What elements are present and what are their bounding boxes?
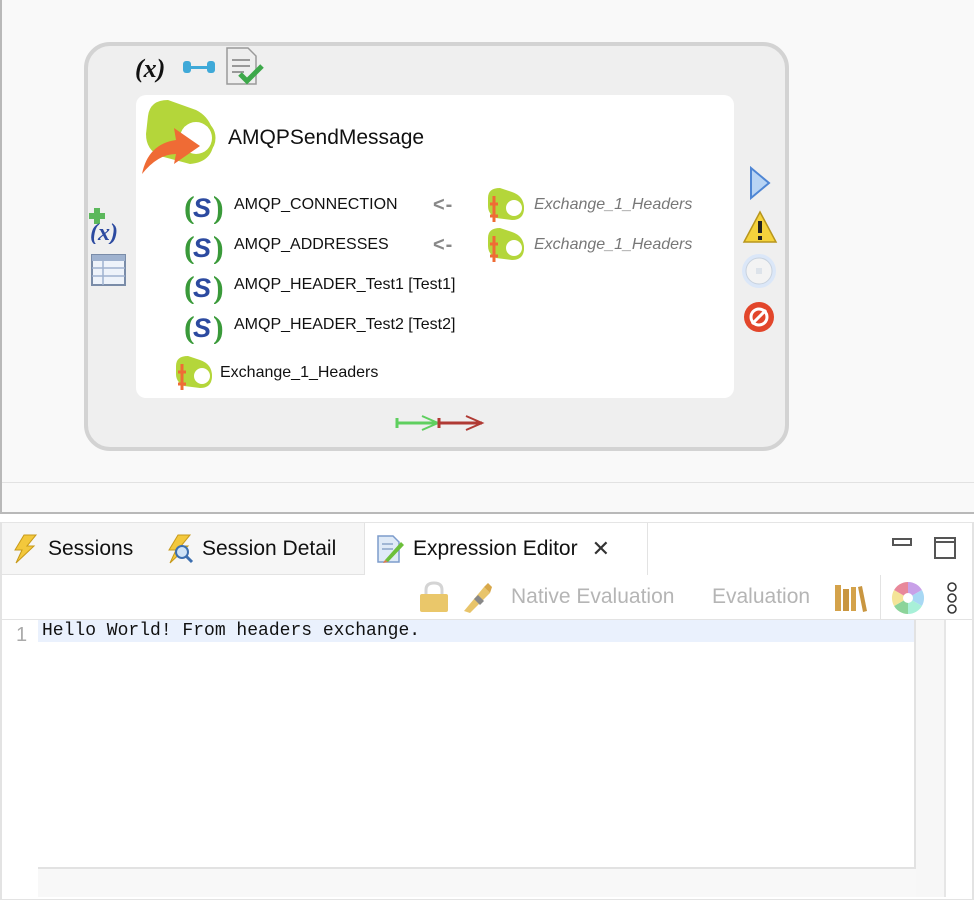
bottom-panel: Sessions Session Detail Expression Edito… bbox=[0, 522, 974, 900]
toolbar-separator bbox=[880, 575, 881, 620]
document-check-icon[interactable] bbox=[224, 46, 266, 86]
lightning-icon bbox=[14, 534, 38, 564]
close-tab-icon[interactable]: ✕ bbox=[592, 536, 610, 562]
exchange-icon bbox=[488, 228, 524, 262]
tab-sessions[interactable]: Sessions bbox=[10, 523, 133, 575]
more-options-icon[interactable] bbox=[944, 581, 960, 615]
table-icon[interactable] bbox=[91, 254, 127, 286]
color-wheel-icon[interactable] bbox=[891, 581, 925, 615]
svg-text:): ) bbox=[213, 189, 224, 224]
svg-text:S: S bbox=[193, 313, 211, 343]
tab-bar-filler bbox=[648, 523, 972, 575]
svg-text:): ) bbox=[213, 309, 224, 344]
evaluation-button[interactable]: Evaluation bbox=[712, 585, 810, 609]
string-param-icon: ()S bbox=[184, 229, 224, 264]
process-canvas[interactable]: (x) AMQPSendMessage (x) () S AMQP_CONNECT… bbox=[0, 0, 974, 514]
mapping-arrow: <- bbox=[433, 234, 454, 256]
maximize-icon[interactable] bbox=[934, 537, 956, 559]
string-param-icon: ()S bbox=[184, 309, 224, 344]
svg-text:S: S bbox=[193, 193, 211, 223]
tab-label: Session Detail bbox=[202, 537, 337, 560]
variable-icon[interactable]: (x) bbox=[134, 52, 176, 84]
code-line[interactable]: Hello World! From headers exchange. bbox=[38, 620, 914, 642]
minimize-icon[interactable] bbox=[892, 537, 912, 549]
tab-session-detail[interactable]: Session Detail bbox=[164, 523, 336, 575]
code-area[interactable]: Hello World! From headers exchange. bbox=[38, 620, 916, 869]
svg-text:(x): (x) bbox=[135, 54, 165, 83]
editor-toolbar: Native Evaluation Evaluation bbox=[2, 575, 972, 620]
tab-label: Sessions bbox=[48, 537, 134, 560]
play-icon[interactable] bbox=[748, 166, 772, 200]
tab-bar: Sessions Session Detail Expression Edito… bbox=[2, 523, 972, 575]
string-param-icon: ()S bbox=[184, 189, 224, 224]
param-label[interactable]: AMQP_HEADER_Test2 [Test2] bbox=[234, 316, 455, 334]
vertical-scrollbar[interactable] bbox=[916, 620, 944, 897]
output-label[interactable]: Exchange_1_Headers bbox=[220, 364, 378, 382]
edit-document-icon bbox=[377, 535, 404, 563]
mapping-arrow: <- bbox=[433, 194, 454, 216]
exchange-output-icon bbox=[176, 356, 212, 390]
expression-editor[interactable]: 1 Hello World! From headers exchange. bbox=[2, 620, 972, 899]
amqp-send-icon bbox=[142, 100, 216, 174]
warning-icon[interactable] bbox=[742, 210, 778, 244]
lock-icon[interactable] bbox=[418, 581, 450, 613]
native-evaluation-button[interactable]: Native Evaluation bbox=[511, 585, 674, 609]
svg-text:(x): (x) bbox=[90, 220, 118, 244]
link-icon[interactable] bbox=[182, 58, 216, 76]
exchange-icon bbox=[488, 188, 524, 222]
svg-text:): ) bbox=[213, 229, 224, 264]
error-handler-icon[interactable] bbox=[742, 300, 776, 334]
canvas-divider bbox=[2, 482, 974, 483]
svg-text:S: S bbox=[193, 273, 211, 303]
tab-expression-editor[interactable]: Expression Editor ✕ bbox=[364, 523, 648, 575]
param-label[interactable]: AMQP_ADDRESSES bbox=[234, 236, 389, 254]
error-connector[interactable] bbox=[436, 414, 486, 432]
tab-label: Expression Editor bbox=[413, 537, 578, 560]
param-label[interactable]: AMQP_HEADER_Test1 [Test1] bbox=[234, 276, 455, 294]
horizontal-scrollbar[interactable] bbox=[38, 869, 916, 897]
activity-title: AMQPSendMessage bbox=[228, 126, 425, 149]
svg-text:): ) bbox=[213, 269, 224, 304]
mapping-source[interactable]: Exchange_1_Headers bbox=[534, 236, 692, 254]
breakpoint-icon[interactable] bbox=[740, 252, 778, 290]
marker-icon[interactable] bbox=[460, 581, 494, 613]
param-label[interactable]: AMQP_CONNECTION bbox=[234, 196, 398, 214]
line-number: 1 bbox=[16, 624, 28, 646]
add-variable-icon[interactable]: (x) bbox=[88, 206, 132, 244]
line-number-gutter: 1 bbox=[2, 620, 38, 899]
string-param-icon: ()S bbox=[184, 269, 224, 304]
svg-text:S: S bbox=[193, 233, 211, 263]
lightning-search-icon bbox=[168, 534, 194, 564]
library-icon[interactable] bbox=[834, 583, 868, 613]
scrollbar-border bbox=[944, 620, 946, 897]
mapping-source[interactable]: Exchange_1_Headers bbox=[534, 196, 692, 214]
